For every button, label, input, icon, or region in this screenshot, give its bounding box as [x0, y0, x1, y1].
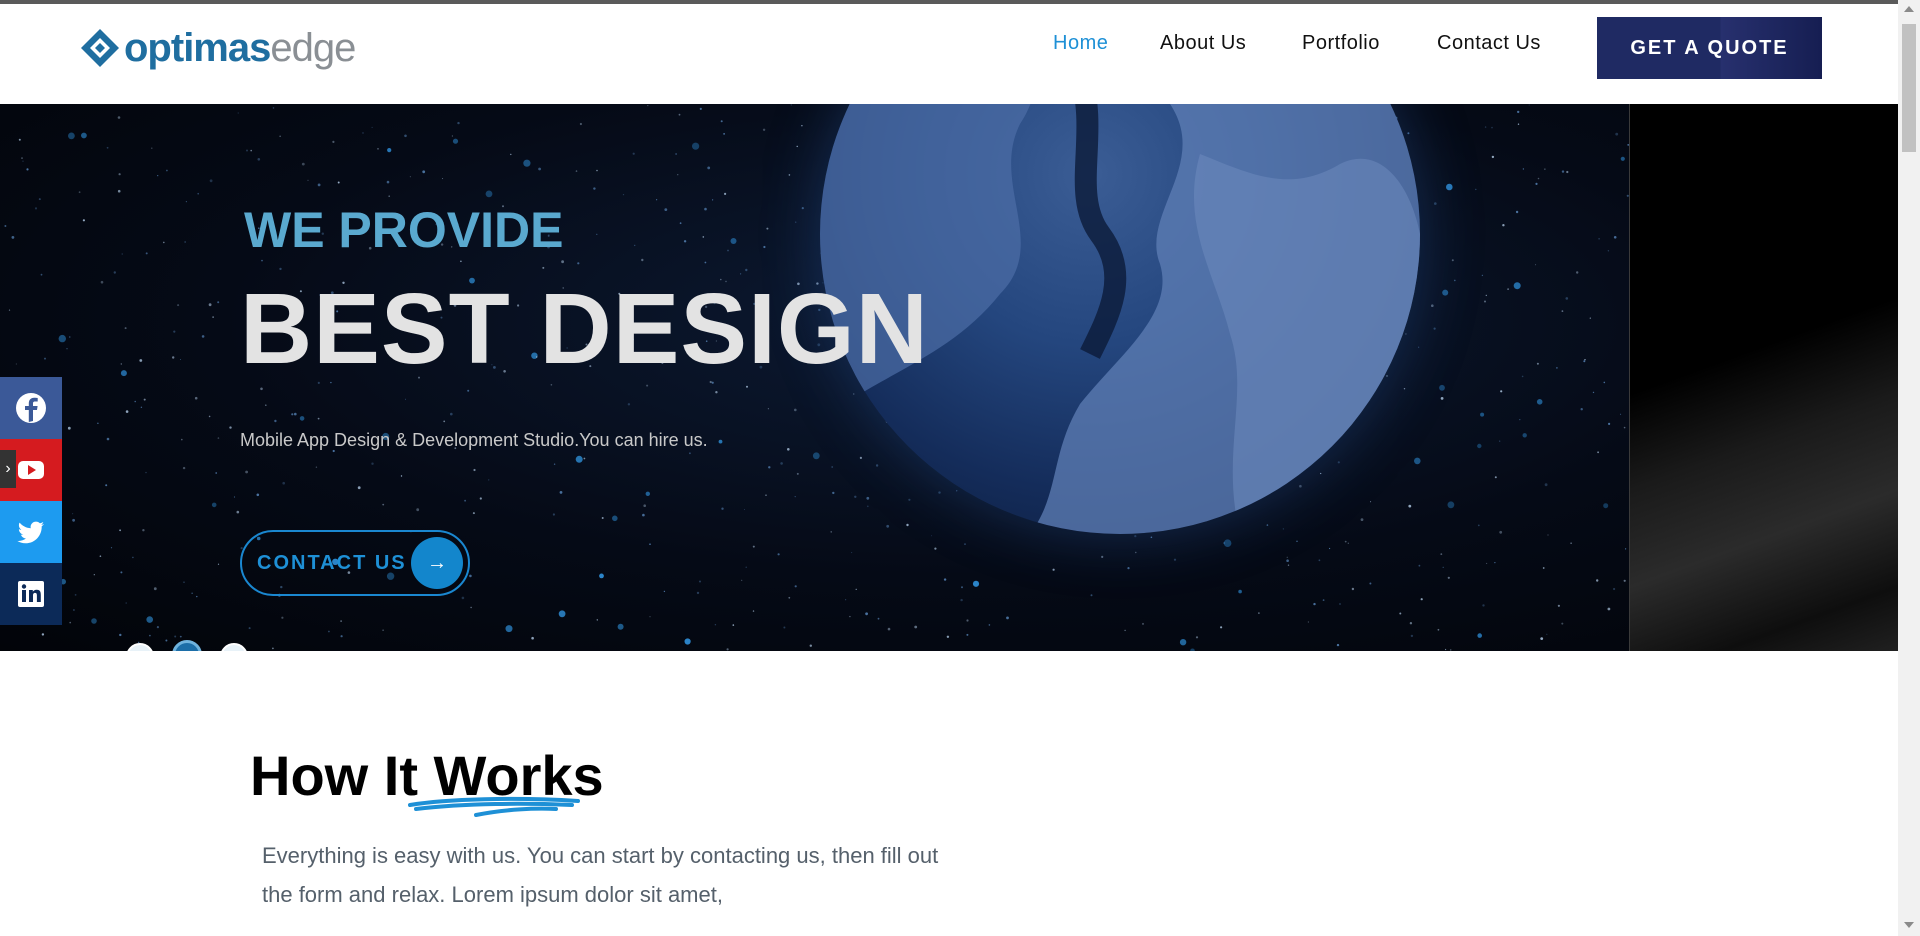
- arrow-right-icon: →: [411, 537, 463, 589]
- brush-underline: [408, 796, 580, 817]
- logo-text-primary: optimas: [124, 26, 271, 70]
- contact-us-label: CONTACT US: [257, 551, 407, 574]
- hero-subtitle: Mobile App Design & Development Studio.Y…: [240, 430, 708, 450]
- site-header: optimasedge Home About Us Portfolio Cont…: [0, 4, 1898, 104]
- scrollbar-thumb[interactable]: [1902, 24, 1916, 152]
- nav-contact-us[interactable]: Contact Us: [1437, 32, 1541, 55]
- twitter-icon: [17, 521, 44, 544]
- facebook-icon: [16, 393, 46, 423]
- how-it-works-heading-part1: How It: [250, 744, 418, 807]
- how-it-works-description: Everything is easy with us. You can star…: [262, 843, 939, 907]
- get-a-quote-button[interactable]: GET A QUOTE: [1597, 17, 1822, 79]
- hero-slide-current: WE PROVIDE BEST DESIGN Mobile App Design…: [0, 104, 1629, 651]
- linkedin-link[interactable]: [0, 563, 62, 625]
- nav-home[interactable]: Home: [1053, 32, 1108, 55]
- logo-text-secondary: edge: [270, 26, 356, 70]
- contact-us-button[interactable]: CONTACT US →: [240, 530, 470, 596]
- logo-diamond-icon: [81, 29, 119, 67]
- twitter-link[interactable]: [0, 501, 62, 563]
- scroll-up-arrow-icon[interactable]: [1904, 6, 1914, 12]
- chevron-right-icon[interactable]: ›: [0, 450, 16, 488]
- youtube-icon: [18, 461, 44, 479]
- nav-about-us[interactable]: About Us: [1160, 32, 1246, 55]
- linkedin-icon: [18, 581, 44, 607]
- site-logo[interactable]: optimasedge: [78, 26, 356, 70]
- hero-title: BEST DESIGN: [240, 273, 929, 385]
- page-scrollbar[interactable]: [1898, 0, 1920, 936]
- facebook-link[interactable]: [0, 377, 62, 439]
- hero-slider: WE PROVIDE BEST DESIGN Mobile App Design…: [0, 104, 1898, 651]
- nav-portfolio[interactable]: Portfolio: [1302, 32, 1380, 55]
- scroll-down-arrow-icon[interactable]: [1904, 922, 1914, 928]
- hero-kicker: WE PROVIDE: [244, 202, 564, 258]
- logo-text: optimasedge: [124, 26, 356, 70]
- hero-slide-next-preview: [1629, 104, 1898, 651]
